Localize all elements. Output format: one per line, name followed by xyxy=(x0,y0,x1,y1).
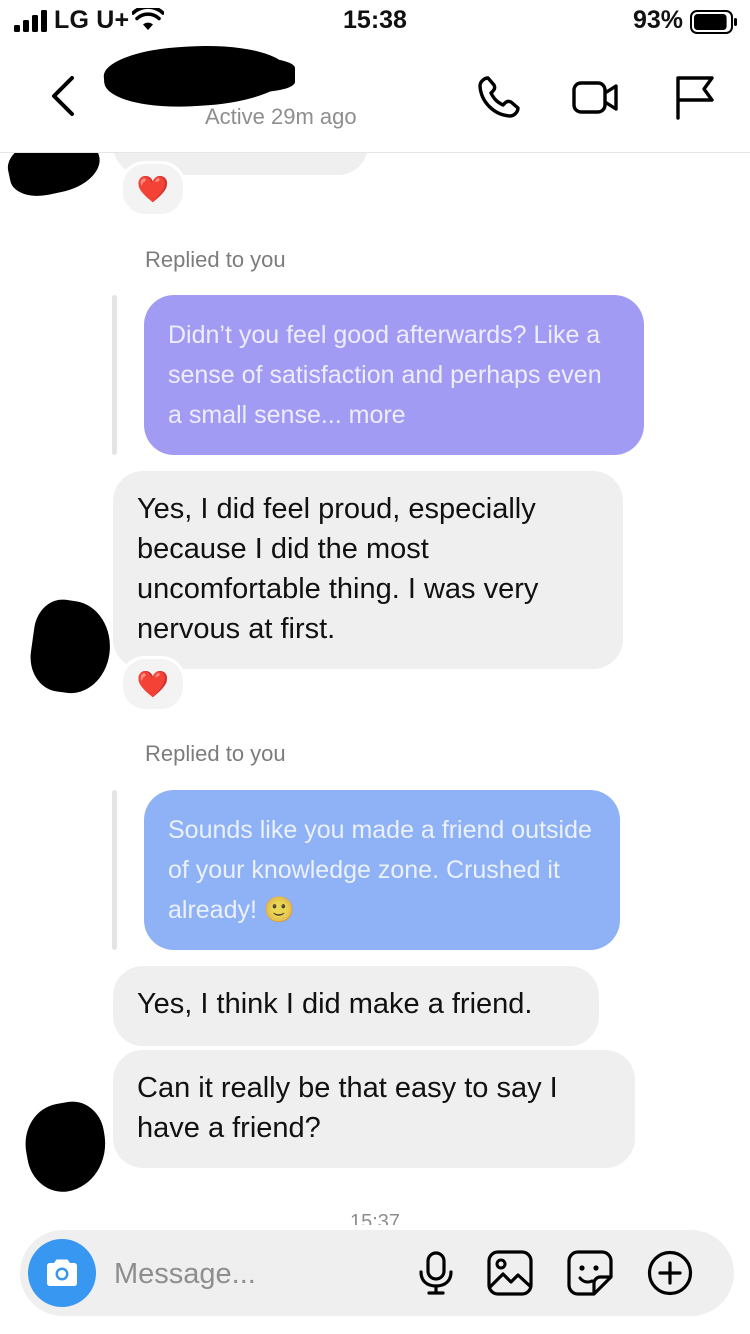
active-status: Active 29m ago xyxy=(205,104,357,129)
quoted-message-text: Sounds like you made a friend outside of… xyxy=(168,816,592,924)
status-bar: LG U+ 15:38 93% xyxy=(0,0,750,44)
message-thread[interactable]: ❤️ Replied to you Didn’t you feel good a… xyxy=(0,153,750,1225)
back-icon[interactable] xyxy=(46,74,80,118)
message-bubble[interactable]: Yes, I think I did make a friend. xyxy=(113,966,599,1046)
message-composer xyxy=(20,1230,734,1316)
reply-label: Replied to you xyxy=(145,247,286,272)
battery-icon xyxy=(690,10,737,34)
heart-icon: ❤️ xyxy=(136,173,170,204)
message-bubble[interactable]: Yes, I did feel proud, especially becaus… xyxy=(113,471,623,669)
camera-icon xyxy=(47,1259,77,1286)
sticker-icon[interactable] xyxy=(566,1249,614,1297)
message-input[interactable] xyxy=(112,1250,396,1298)
reaction-heart[interactable]: ❤️ xyxy=(120,656,186,712)
reply-label: Replied to you xyxy=(145,741,286,766)
reply-indicator xyxy=(112,790,117,950)
add-icon[interactable] xyxy=(646,1249,694,1297)
reaction-heart[interactable]: ❤️ xyxy=(120,161,186,217)
avatar-redacted[interactable] xyxy=(18,1096,114,1198)
message-text: Yes, I did feel proud, especially becaus… xyxy=(137,493,539,645)
microphone-icon[interactable] xyxy=(412,1249,460,1297)
quoted-message[interactable]: Didn’t you feel good afterwards? Like a … xyxy=(144,295,644,455)
quoted-message[interactable]: Sounds like you made a friend outside of… xyxy=(144,790,620,950)
reply-indicator xyxy=(112,295,117,455)
phone-icon[interactable] xyxy=(474,72,524,122)
message-bubble[interactable]: Can it really be that easy to say I have… xyxy=(113,1050,635,1168)
image-gallery-icon[interactable] xyxy=(486,1249,534,1297)
video-call-icon[interactable] xyxy=(570,72,620,122)
message-text: Can it really be that easy to say I have… xyxy=(137,1072,558,1144)
quoted-message-text: Didn’t you feel good afterwards? Like a … xyxy=(168,321,602,429)
battery-percent: 93% xyxy=(633,6,684,34)
camera-button[interactable] xyxy=(28,1239,96,1307)
avatar-redacted[interactable] xyxy=(3,153,105,202)
flag-icon[interactable] xyxy=(670,72,720,122)
heart-icon: ❤️ xyxy=(136,668,170,699)
message-text: Yes, I think I did make a friend. xyxy=(137,988,533,1020)
avatar-redacted[interactable] xyxy=(25,596,117,698)
message-timestamp: 15:37 xyxy=(349,1211,401,1225)
chat-header: Active 29m ago xyxy=(0,39,750,153)
